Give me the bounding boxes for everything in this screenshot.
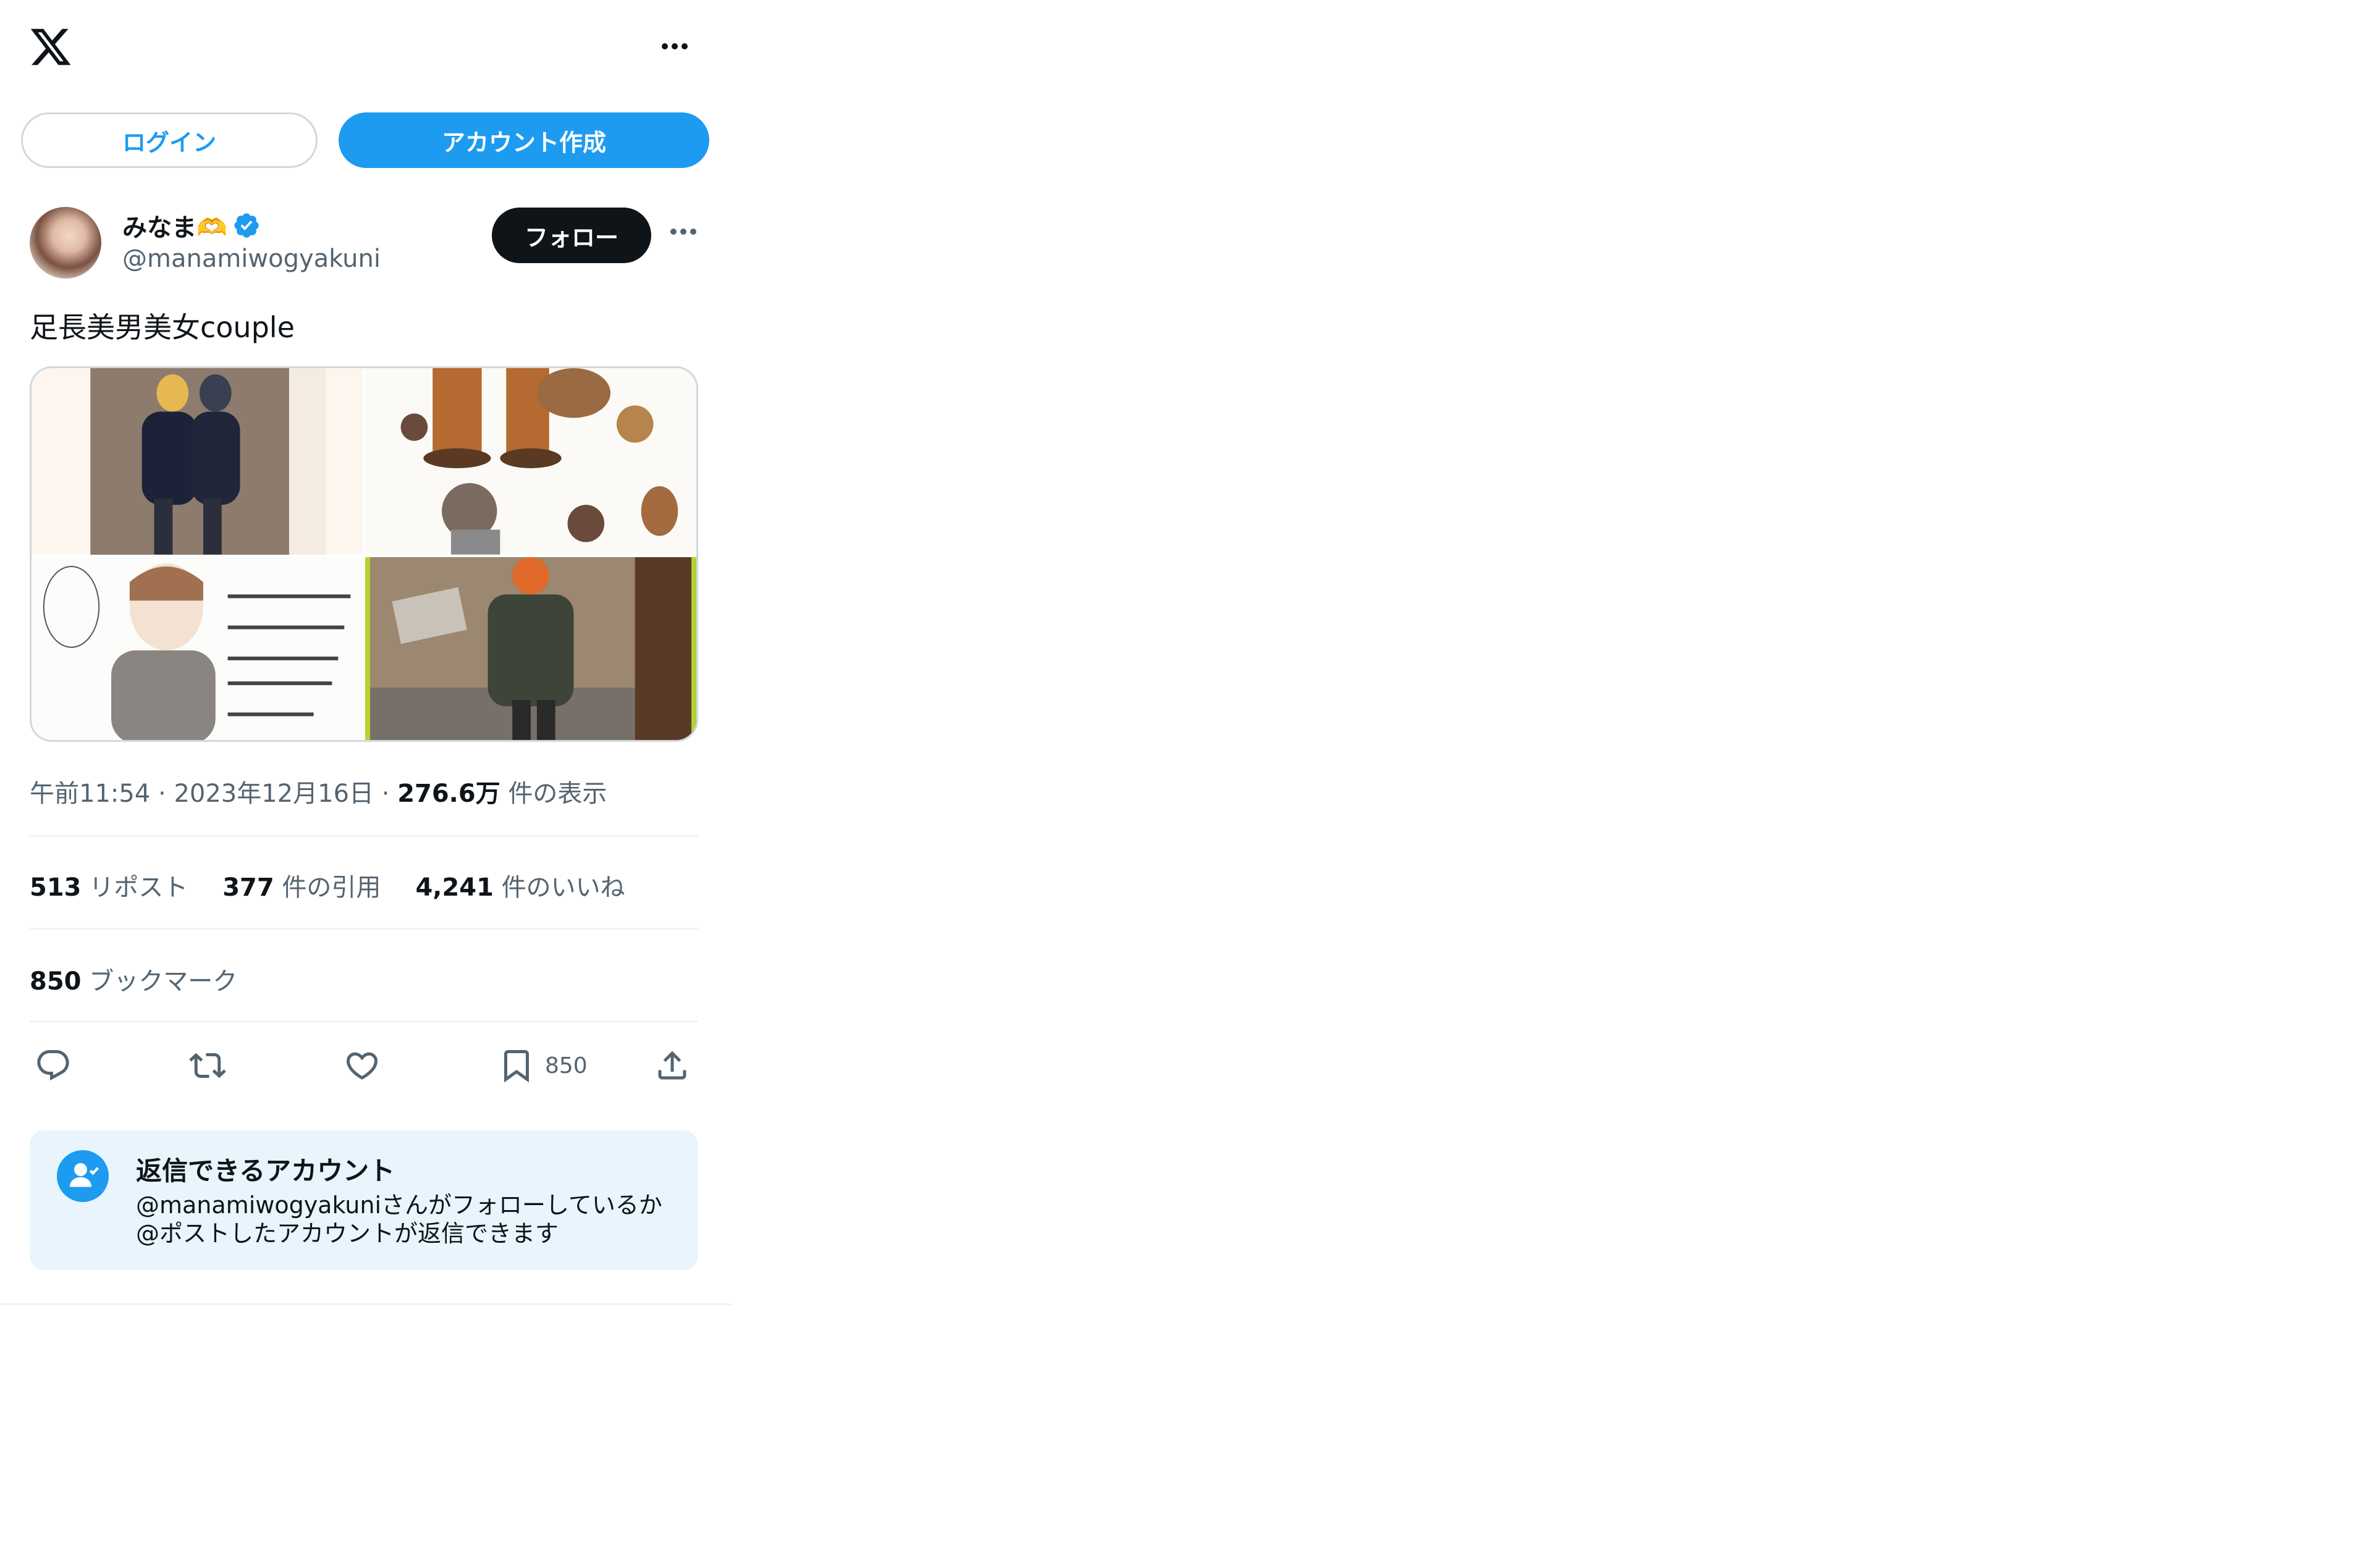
meta-separator: · [158,780,174,808]
like-button[interactable] [344,1044,381,1087]
share-button[interactable] [654,1044,691,1087]
views-label: 件の表示 [508,780,607,808]
tweet-image-4[interactable] [365,557,696,740]
author-name-row: みなま🫶 [122,208,261,243]
repost-icon [189,1053,226,1078]
divider [30,1020,698,1022]
x-logo-icon[interactable] [28,25,73,69]
bookmark-count: 850 [545,1053,588,1078]
media-grid[interactable] [30,366,698,742]
views-count: 276.6万 [397,780,500,808]
repost-button[interactable] [189,1044,226,1087]
tweet-time[interactable]: 午前11:54 [30,780,150,808]
bookmark-button[interactable]: 850 [498,1044,588,1087]
tweet-date[interactable]: 2023年12月16日 [174,780,374,808]
author-name[interactable]: みなま🫶 [122,208,227,243]
heart-icon [346,1052,378,1080]
reply-icon [37,1050,69,1081]
bookmarks-stat[interactable]: 850 ブックマーク [30,961,237,997]
follow-button[interactable]: フォロー [492,208,651,263]
quotes-stat[interactable]: 377 件の引用 [222,867,381,903]
tweet-image-3[interactable] [32,557,363,740]
share-icon [658,1051,686,1080]
bookmarks-count: 850 [30,967,82,996]
likes-count: 4,241 [415,873,494,902]
reposts-stat[interactable]: 513 リポスト [30,867,188,903]
reply-button[interactable] [35,1044,72,1087]
action-bar: 850 [30,1044,698,1087]
tweet-image-2[interactable] [365,368,696,555]
likes-label: 件のいいね [501,873,625,902]
tweet-page: ログイン アカウント作成 みなま🫶 @manamiwogyakuni フォロー … [0,0,732,1305]
reply-restriction-title: 返信できるアカウント [136,1156,395,1186]
engagement-stats: 513 リポスト 377 件の引用 4,241 件のいいね [30,867,625,903]
tweet-image-1[interactable] [32,368,363,555]
tweet-more-icon[interactable] [669,229,699,241]
divider [30,928,698,930]
create-account-button[interactable]: アカウント作成 [339,112,709,168]
tweet-meta: 午前11:54 · 2023年12月16日 · 276.6万 件の表示 [30,773,607,809]
more-options-icon[interactable] [660,32,696,61]
bookmark-icon [504,1050,529,1083]
reposts-count: 513 [30,873,82,902]
reply-restriction-description: @manamiwogyakuniさんがフォローしているか@ポストしたアカウントが… [136,1192,662,1247]
verified-badge-icon [234,213,259,238]
avatar[interactable] [30,207,101,279]
bookmarks-label: ブックマーク [89,967,238,996]
reply-restriction-notice: 返信できるアカウント @manamiwogyakuniさんがフォローしているか@… [30,1130,698,1270]
divider [30,835,698,837]
author-handle[interactable]: @manamiwogyakuni [122,245,381,273]
user-check-icon [57,1150,109,1202]
quotes-label: 件の引用 [282,873,381,902]
quotes-count: 377 [222,873,274,902]
meta-separator: · [381,780,398,808]
reposts-label: リポスト [89,873,188,902]
likes-stat[interactable]: 4,241 件のいいね [415,867,625,903]
login-button[interactable]: ログイン [21,112,318,168]
tweet-text: 足長美男美女couple [30,311,295,344]
